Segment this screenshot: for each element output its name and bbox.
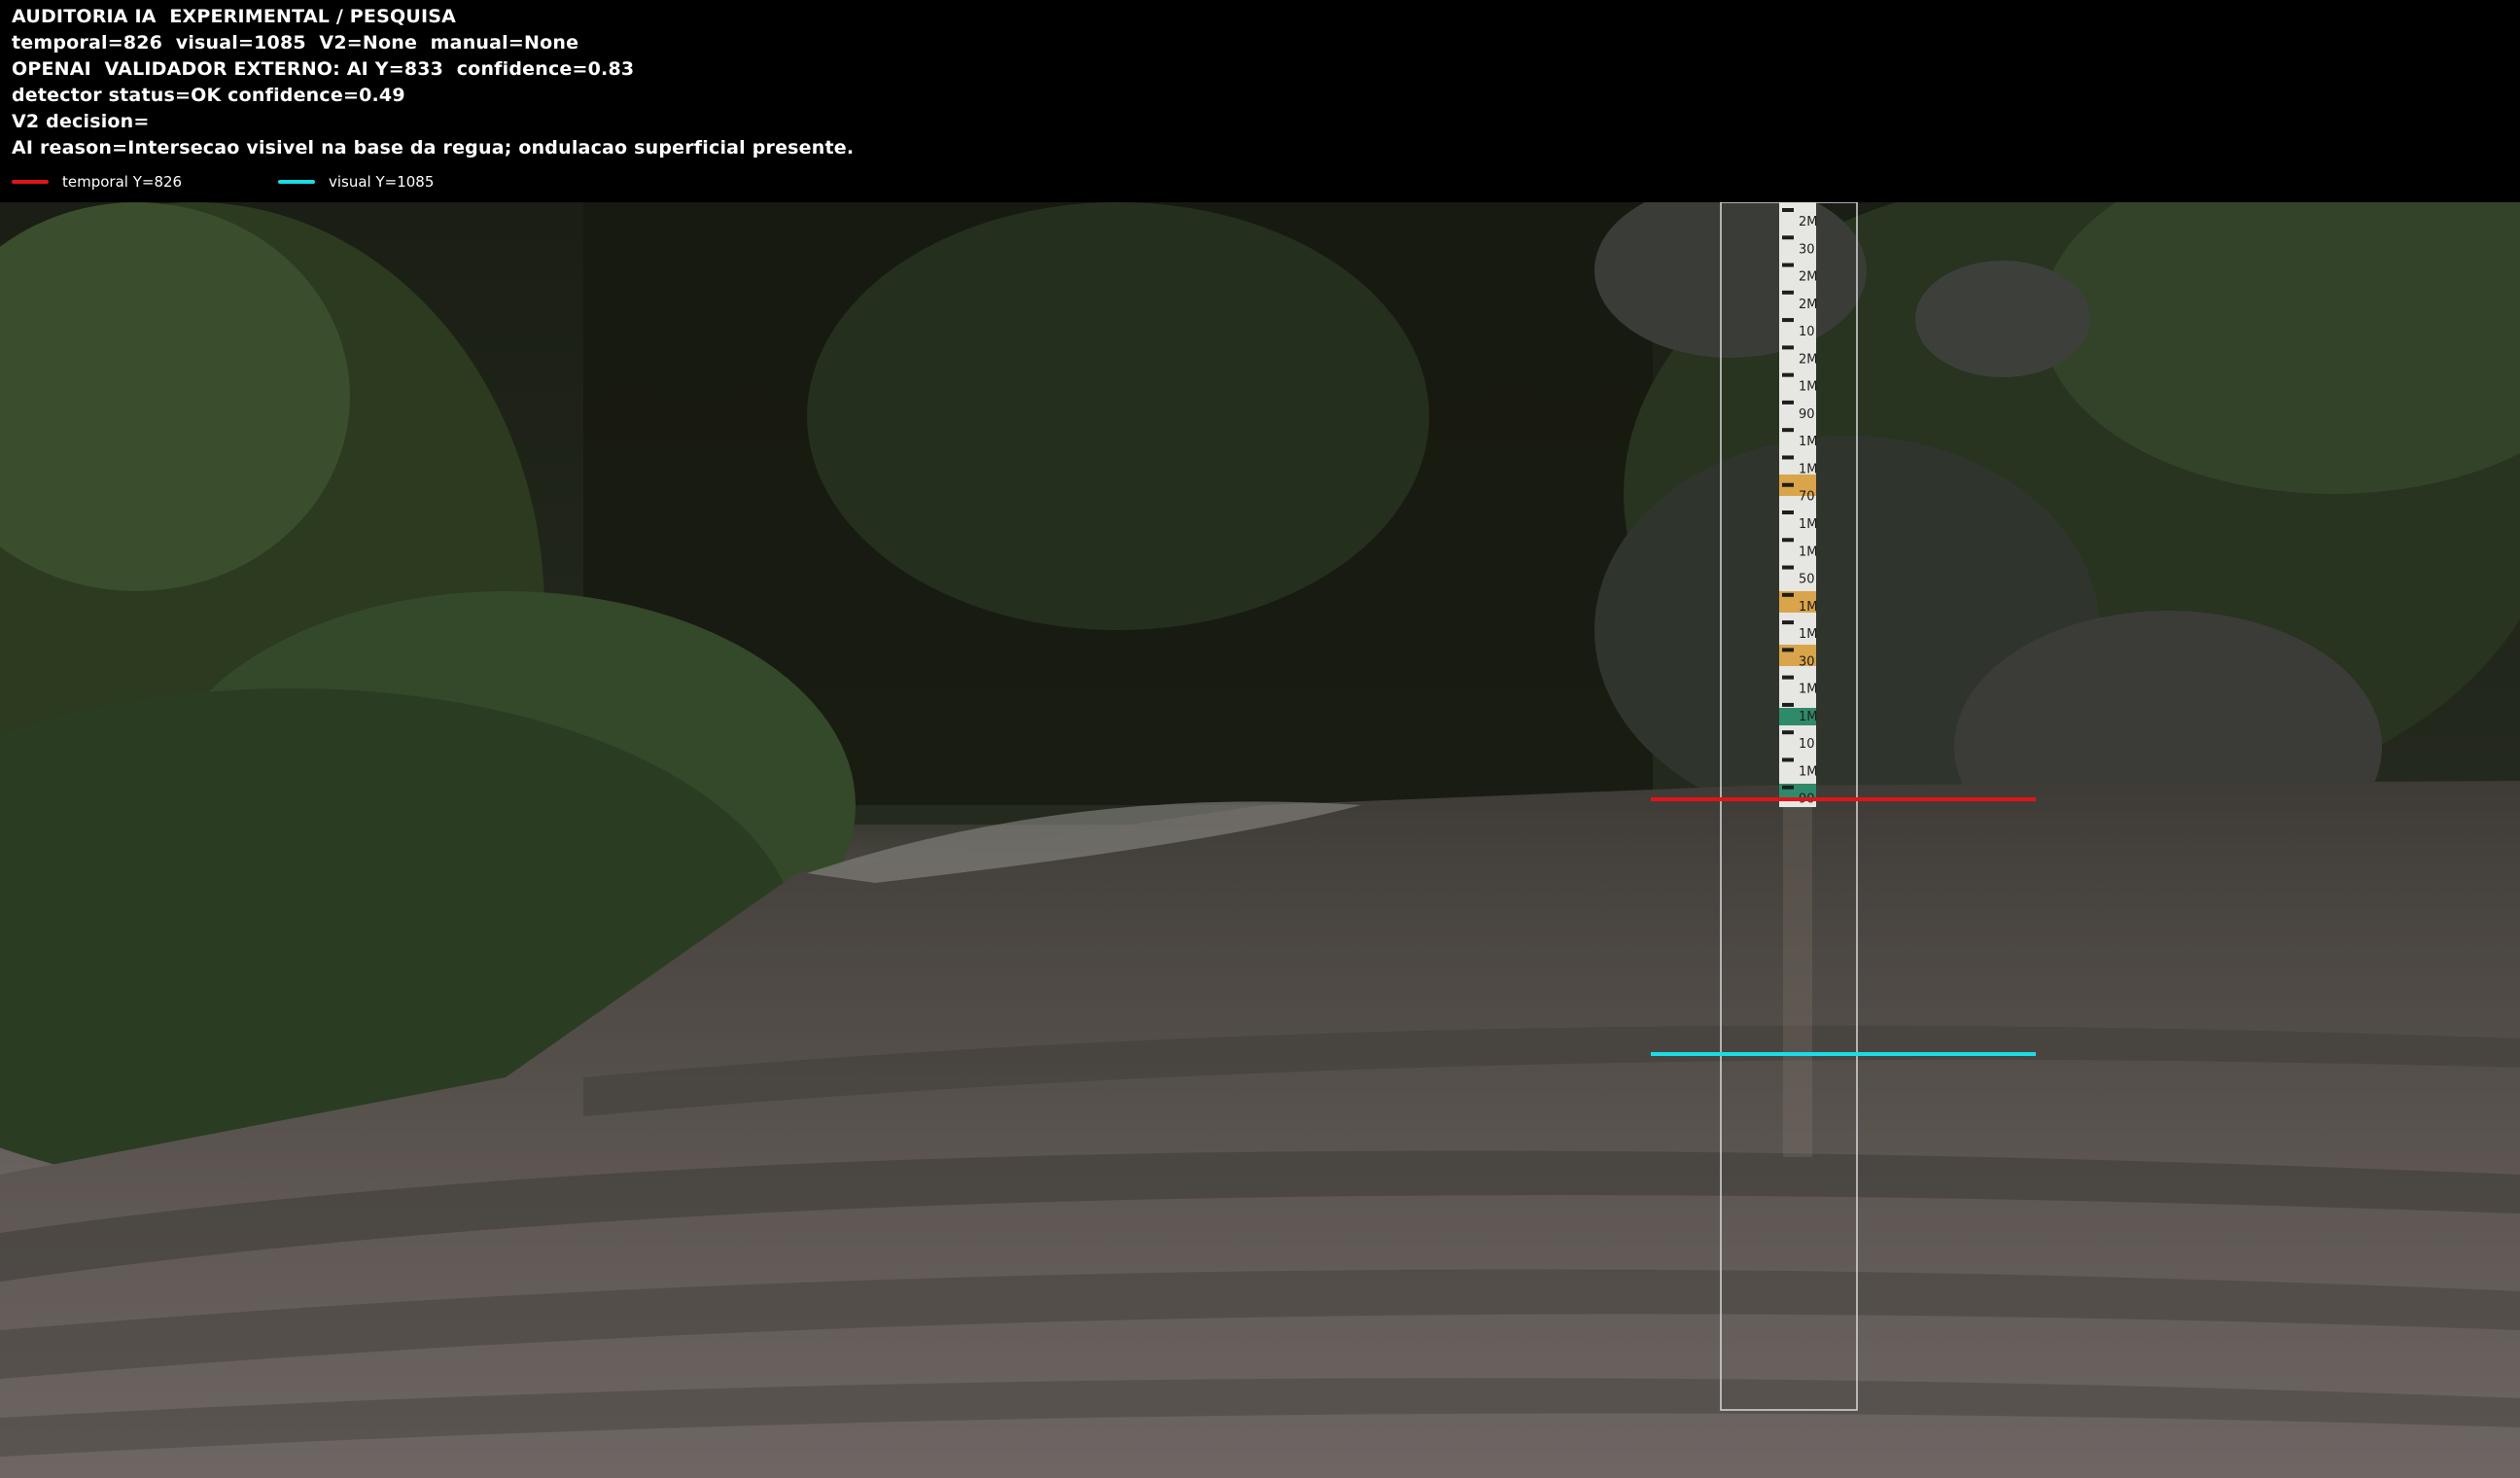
gauge-label: 10 [1799,737,1815,752]
gauge-label: 10 [1799,325,1815,339]
gauge-label: 30 [1799,654,1815,669]
ai-reason-line: AI reason=Intersecao visivel na base da … [12,137,855,158]
gauge-tick [1782,620,1794,625]
gauge-tick [1782,592,1794,597]
gauge-label: 1M [1799,462,1818,476]
legend-temporal: temporal Y=826 [12,172,182,192]
legend-visual: visual Y=1085 [278,172,434,192]
validator-line: OPENAI VALIDADOR EXTERNO: AI Y=833 confi… [12,58,635,80]
gauge-tick [1782,648,1794,652]
gauge-label: 1M [1799,600,1818,615]
scene-drawing: 2M 30 2M 2M 10 2M 1M 90 1M 1M 70 1M 1M 50 1M 1M 30 1M 1M 10… [0,202,2520,1478]
gauge-tick [1782,702,1794,707]
gauge-tick [1782,785,1794,790]
gauge-tick [1782,428,1794,433]
gauge-tick [1782,235,1794,240]
gauge-label: 1M [1799,710,1818,724]
gauge-label: 1M [1799,545,1818,559]
gauge-tick [1782,757,1794,762]
readings-line: temporal=826 visual=1085 V2=None manual=… [12,32,579,53]
gauge-label: 50 [1799,573,1815,587]
gauge-tick [1782,290,1794,295]
gauge-label: 1M [1799,380,1818,395]
gauge-label: 1M [1799,683,1818,697]
gauge-tick [1782,345,1794,350]
gauge-tick [1782,318,1794,323]
gauge-tick [1782,263,1794,267]
gauge-label: 2M [1799,298,1818,312]
gauge-tick [1782,675,1794,680]
gauge-label: 1M [1799,627,1818,642]
gauge-tick [1782,400,1794,405]
gauge-tick [1782,455,1794,460]
gauge-tick [1782,510,1794,514]
gauge-tick [1782,538,1794,543]
gauge-reflection [1783,807,1812,1157]
gauge-label: 2M [1799,352,1818,367]
info-header: AUDITORIA IA EXPERIMENTAL / PESQUISA tem… [0,0,2520,202]
legend-temporal-label: temporal Y=826 [62,173,183,191]
gauge-tick [1782,372,1794,377]
gauge-ruler-icon: 2M 30 2M 2M 10 2M 1M 90 1M 1M 70 1M 1M 50 1M 1M 30 1M 1M 10… [1779,202,1818,1157]
gauge-tick [1782,482,1794,487]
gauge-label: 30 [1799,242,1815,257]
gauge-label: 90 [1799,407,1815,422]
legend-visual-label: visual Y=1085 [329,173,435,191]
gauge-label: 1M [1799,435,1818,449]
camera-frame: 2M 30 2M 2M 10 2M 1M 90 1M 1M 70 1M 1M 50 1M 1M 30 1M 1M 10… [0,202,2520,1478]
gauge-tick [1782,208,1794,212]
title-line: AUDITORIA IA EXPERIMENTAL / PESQUISA [12,6,457,27]
gauge-label: 70 [1799,490,1815,505]
gauge-tick [1782,730,1794,735]
gauge-label: 2M [1799,215,1818,229]
legend-visual-swatch [278,180,315,184]
v2-decision-line: V2 decision= [12,111,150,132]
detector-status-line: detector status=OK confidence=0.49 [12,85,405,106]
gauge-label: 2M [1799,270,1818,285]
gauge-label: 1M [1799,764,1818,779]
gauge-tick [1782,565,1794,570]
gauge-label: 1M [1799,517,1818,532]
legend-temporal-swatch [12,180,49,184]
